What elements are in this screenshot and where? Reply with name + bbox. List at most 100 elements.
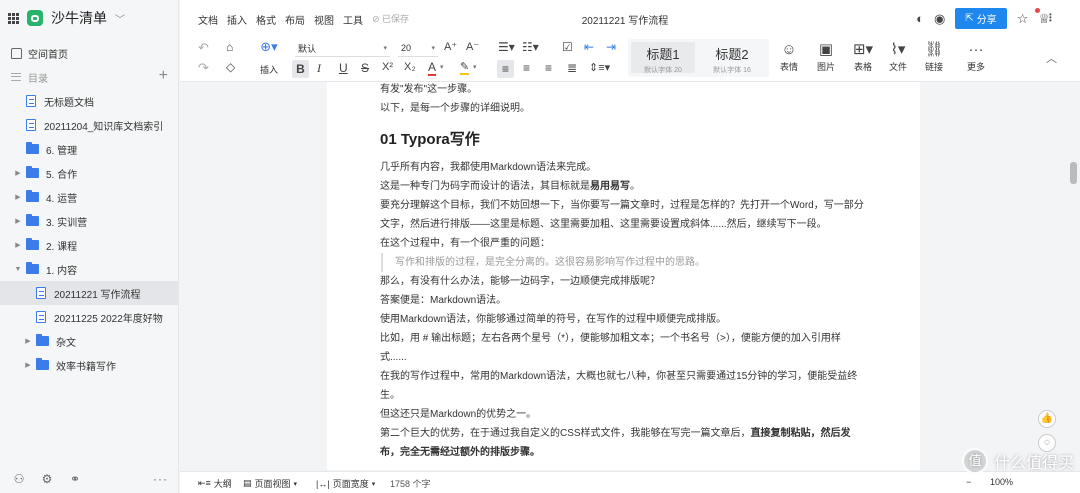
caret-down-icon[interactable]: ▼ (12, 266, 24, 273)
underline-icon[interactable]: U (339, 61, 348, 75)
sidebar-tree-item[interactable]: 20211204_知识库文档索引 (0, 113, 178, 137)
sidebar-tree-item[interactable]: 无标题文档 (0, 89, 178, 113)
paragraph: 但这还只是Markdown的优势之一。 (380, 409, 537, 420)
align-left-icon[interactable]: ≡ (497, 60, 514, 78)
workspace-name[interactable]: 沙牛清单 (51, 8, 107, 28)
page-view-select[interactable]: ▤ 页面视图 ▾ (243, 477, 297, 490)
gear-icon[interactable]: ⚙ (40, 472, 54, 486)
sidebar-tree-item[interactable]: ▶ 2. 课程 (0, 233, 178, 257)
align-justify-icon[interactable]: ≣ (567, 61, 577, 75)
decrease-font-icon[interactable]: A⁻ (466, 40, 479, 53)
caret-right-icon[interactable]: ▶ (22, 361, 34, 369)
strikethrough-icon[interactable]: S (361, 61, 369, 75)
share-tree-icon[interactable]: ⚭ (68, 472, 82, 486)
bullet-list-icon[interactable]: ☰▾ (498, 40, 515, 54)
font-size-select[interactable]: 20 ▾ (398, 40, 438, 57)
more-vertical-icon[interactable]: • • • (1049, 11, 1052, 25)
heading2-meta: 默认字体 16 (713, 67, 751, 74)
line-height-icon[interactable]: ⇕≡▾ (589, 61, 610, 74)
document-page[interactable]: 有发"发布"这一步骤。 以下，是每一个步骤的详细说明。 01 Typora写作 … (327, 82, 920, 470)
menu-item[interactable]: 工具 (343, 12, 363, 27)
heading1-style[interactable]: 标题1 默认字体 20 (631, 42, 695, 74)
caret-right-icon[interactable]: ▶ (12, 241, 24, 249)
heading2-style[interactable]: 标题2 默认字体 16 (700, 44, 764, 75)
page-width-select[interactable]: |↔| 页面宽度 ▾ (316, 477, 375, 490)
superscript-icon[interactable]: X² (382, 61, 393, 73)
align-right-icon[interactable]: ≡ (545, 61, 552, 75)
sidebar-header: 沙牛清单 ﹀ (0, 0, 178, 36)
chevron-down-icon[interactable]: ﹀ (115, 11, 125, 26)
chevron-down-icon[interactable]: ▾ (473, 63, 477, 71)
paperclip-icon: ⌇▾ (890, 41, 906, 58)
emoji-button[interactable]: ☺ 表情 (772, 40, 806, 73)
add-member-icon[interactable]: ⚇ (12, 472, 26, 486)
menu-item[interactable]: 格式 (256, 12, 276, 27)
checklist-icon[interactable]: ☑ (562, 40, 573, 54)
sidebar-tree-item[interactable]: ▶ 效率书籍写作 (0, 353, 178, 377)
apps-grid-icon[interactable] (8, 12, 19, 24)
vertical-scrollbar[interactable] (1068, 82, 1080, 470)
insert-label[interactable]: 插入 (254, 63, 284, 76)
clear-format-icon[interactable]: ◇ (226, 60, 235, 74)
indent-decrease-icon[interactable]: ⇤ (584, 40, 594, 54)
indent-increase-icon[interactable]: ⇥ (606, 40, 616, 54)
paragraph: 要充分理解这个目标，我们不妨回想一下，当你要写一篇文章时，过程是怎样的？先打开一… (380, 200, 864, 230)
italic-icon[interactable]: I (317, 61, 321, 76)
sidebar-item-home[interactable]: 空间首页 (0, 41, 178, 65)
sidebar-tree-item[interactable]: ▶ 5. 合作 (0, 161, 178, 185)
presence-icon[interactable]: ◐ (916, 11, 924, 26)
folder-icon (26, 190, 39, 202)
watermark-logo: 值 (961, 448, 988, 474)
sidebar-tree-item[interactable]: ▶ 4. 运营 (0, 185, 178, 209)
more-icon[interactable]: ··· (153, 472, 167, 486)
menu-item[interactable]: 视图 (314, 12, 334, 27)
watermark-text: 什么值得买 (993, 455, 1074, 472)
image-button[interactable]: ▣ 图片 (809, 40, 843, 73)
file-button[interactable]: ⌇▾ 文件 (881, 40, 915, 73)
chevron-down-icon[interactable]: ▾ (440, 63, 444, 71)
avatar[interactable]: ◉ (934, 11, 945, 27)
menu-item[interactable]: 布局 (285, 12, 305, 27)
caret-right-icon[interactable]: ▶ (22, 337, 34, 345)
sidebar-tree-item[interactable]: ▶ 杂文 (0, 329, 178, 353)
font-color-icon[interactable]: A (428, 60, 437, 76)
format-painter-icon[interactable]: ⌂ (226, 40, 233, 54)
sidebar-tree-item[interactable]: ▶ 3. 实训营 (0, 209, 178, 233)
share-button[interactable]: ⇱ 分享 (955, 8, 1007, 29)
highlight-icon[interactable]: ✎ (460, 60, 470, 75)
font-family-select[interactable]: 默认 ▾ (295, 40, 390, 57)
collapse-toolbar-icon[interactable]: ︿ (1046, 50, 1057, 66)
subscript-icon[interactable]: X₂ (404, 61, 416, 73)
link-label: 链接 (924, 62, 943, 72)
page-view-label: 页面视图 (254, 479, 291, 489)
menu-item[interactable]: 插入 (227, 12, 247, 27)
zoom-level[interactable]: 100% (990, 477, 1013, 487)
sidebar-tree-item[interactable]: 6. 管理 (0, 137, 178, 161)
notification-dot (1035, 8, 1040, 13)
bold-icon[interactable]: B (292, 60, 309, 78)
zoom-out-button[interactable]: − (966, 477, 971, 487)
page-view-icon: ▤ (243, 478, 252, 488)
link-button[interactable]: ⛓ 链接 (917, 40, 951, 73)
thumbs-up-icon[interactable]: 👍 (1038, 410, 1056, 428)
caret-right-icon[interactable]: ▶ (12, 217, 24, 225)
caret-right-icon[interactable]: ▶ (12, 193, 24, 201)
sidebar-tree-item[interactable]: ▼ 1. 内容 (0, 257, 178, 281)
scrollbar-thumb[interactable] (1070, 162, 1077, 184)
outline-button[interactable]: ⇤≡ 大纲 (198, 477, 232, 490)
caret-right-icon[interactable]: ▶ (12, 169, 24, 177)
increase-font-icon[interactable]: A⁺ (444, 40, 457, 53)
insert-icon[interactable]: ⊕▾ (254, 39, 284, 55)
sidebar-tree-item[interactable]: 20211221 写作流程 (0, 281, 178, 305)
undo-icon[interactable]: ↶ (198, 40, 209, 56)
add-icon[interactable]: + (159, 67, 168, 85)
table-button[interactable]: ⊞▾ 表格 (846, 40, 880, 73)
numbered-list-icon[interactable]: ☷▾ (522, 40, 539, 54)
sidebar-tree-item[interactable]: 20211225 2022年度好物 (0, 305, 178, 329)
menu-item[interactable]: 文档 (198, 12, 218, 27)
more-button[interactable]: ··· 更多 (959, 40, 993, 73)
bold-text: 易用易写 (590, 181, 630, 192)
star-icon[interactable]: ☆ (1017, 11, 1029, 27)
align-center-icon[interactable]: ≡ (523, 61, 530, 75)
redo-icon[interactable]: ↷ (198, 60, 209, 76)
